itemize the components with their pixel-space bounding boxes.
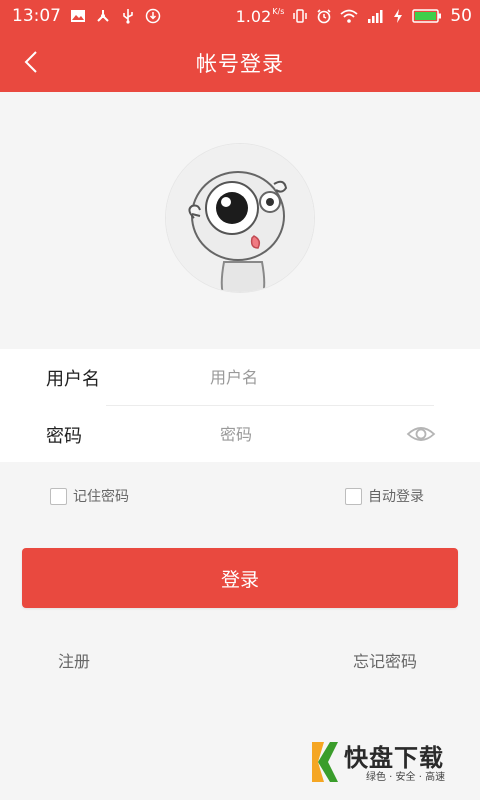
network-speed: 1.02 bbox=[235, 6, 272, 26]
avatar-mascot-image bbox=[166, 144, 314, 292]
kuaipan-download-watermark: 快盘下载 绿色 · 安全 · 高速 bbox=[308, 738, 472, 786]
register-link[interactable]: 注册 bbox=[58, 648, 90, 672]
remember-password-label: 记住密码 bbox=[73, 489, 129, 505]
remember-password-checkbox[interactable]: 记住密码 bbox=[50, 486, 129, 506]
charging-icon bbox=[394, 9, 403, 23]
vibrate-icon bbox=[293, 9, 308, 23]
title-bar: 帐号登录 bbox=[0, 32, 480, 92]
watermark-tagline: 绿色 · 安全 · 高速 bbox=[366, 772, 446, 783]
wifi-icon bbox=[340, 9, 358, 23]
checkbox-box[interactable] bbox=[50, 487, 67, 505]
login-button[interactable]: 登录 bbox=[22, 548, 458, 608]
username-input[interactable] bbox=[200, 359, 430, 395]
checkbox-box[interactable] bbox=[345, 487, 362, 505]
username-row: 用户名 bbox=[0, 349, 480, 406]
usb-icon bbox=[123, 9, 133, 24]
alarm-icon bbox=[317, 9, 331, 24]
auto-login-checkbox[interactable]: 自动登录 bbox=[345, 486, 424, 506]
download-icon bbox=[145, 8, 161, 24]
page-title: 帐号登录 bbox=[196, 52, 284, 76]
forgot-password-link[interactable]: 忘记密码 bbox=[353, 648, 417, 672]
avatar[interactable] bbox=[166, 144, 314, 292]
auto-login-label: 自动登录 bbox=[368, 489, 424, 505]
usb-tethering-icon bbox=[97, 10, 109, 22]
username-label: 用户名 bbox=[46, 369, 100, 390]
login-form: 用户名 密码 bbox=[0, 349, 480, 462]
signal-4g-icon bbox=[368, 10, 383, 23]
password-row: 密码 bbox=[0, 406, 480, 462]
network-speed-unit: K/s bbox=[272, 6, 285, 16]
battery-icon bbox=[412, 9, 442, 23]
status-time: 13:07 bbox=[12, 6, 61, 26]
battery-percent: 50 bbox=[450, 6, 472, 26]
status-bar: 13:07 1.02 K/s 50 bbox=[0, 0, 480, 32]
password-label: 密码 bbox=[46, 426, 82, 447]
image-icon bbox=[71, 10, 85, 22]
eye-icon[interactable] bbox=[406, 420, 436, 448]
